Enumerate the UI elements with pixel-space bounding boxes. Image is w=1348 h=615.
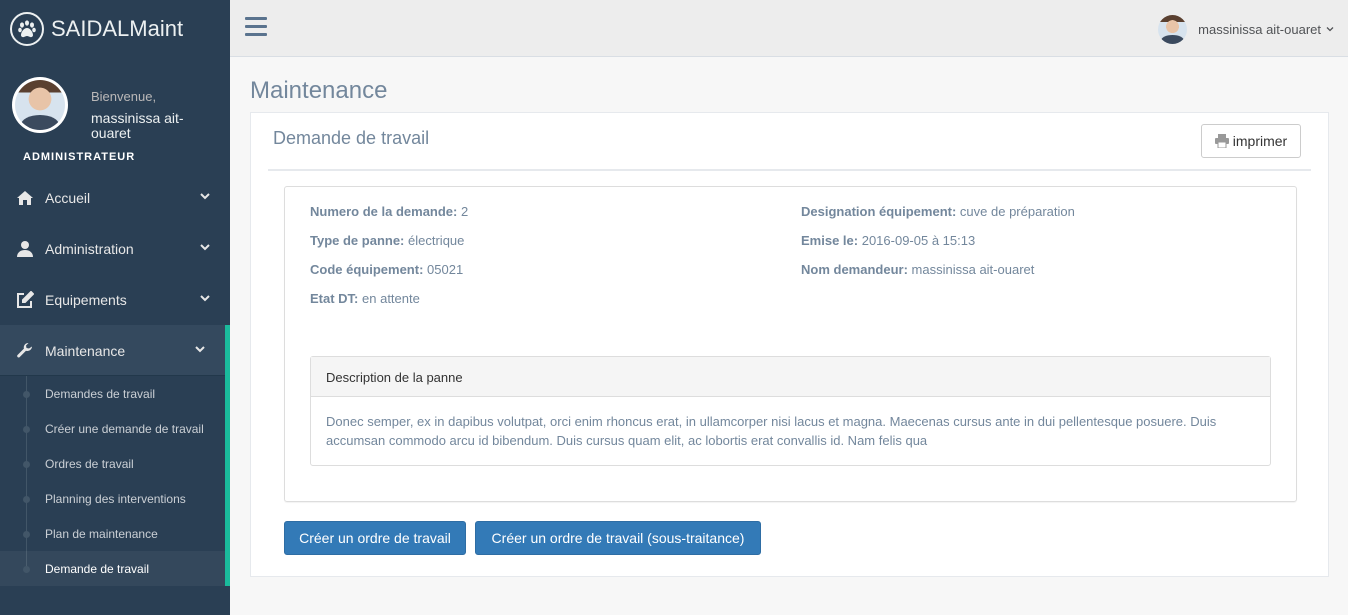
field-designation: Designation équipement: cuve de préparat… — [801, 204, 1075, 219]
chevron-down-icon — [195, 346, 205, 353]
field-value: 2 — [461, 204, 469, 219]
submenu-item-ordres[interactable]: Ordres de travail — [0, 446, 225, 481]
avatar — [1158, 14, 1188, 44]
home-icon — [15, 189, 35, 207]
chevron-down-icon — [1326, 27, 1334, 32]
field-type: Type de panne: électrique — [310, 233, 464, 248]
field-code: Code équipement: 05021 — [310, 262, 463, 277]
submenu-item-demandes[interactable]: Demandes de travail — [0, 376, 225, 411]
create-order-subcontract-button[interactable]: Créer un ordre de travail (sous-traitanc… — [475, 521, 761, 555]
user-name: massinissa ait-ouaret — [1198, 21, 1321, 37]
field-value: en attente — [362, 291, 420, 306]
profile — [0, 57, 230, 157]
description-title: Description de la panne — [311, 357, 1270, 397]
main-content: Maintenance Demande de travail imprimer … — [230, 58, 1348, 615]
create-order-button[interactable]: Créer un ordre de travail — [284, 521, 466, 555]
sidebar-item-maintenance[interactable]: Maintenance — [0, 325, 230, 376]
role-label: ADMINISTRATEUR — [23, 151, 136, 163]
print-label: imprimer — [1232, 133, 1288, 149]
field-label: Emise le: — [801, 233, 859, 248]
divider — [268, 169, 1311, 171]
field-etat: Etat DT: en attente — [310, 291, 420, 306]
sidebar-item-label: Equipements — [45, 291, 127, 308]
field-label: Designation équipement: — [801, 204, 957, 219]
field-label: Type de panne: — [310, 233, 405, 248]
description-text: Donec semper, ex in dapibus volutpat, or… — [326, 414, 1217, 448]
edit-icon — [15, 290, 35, 309]
avatar — [12, 77, 68, 133]
submenu-item-planning[interactable]: Planning des interventions — [0, 481, 225, 516]
field-numero: Numero de la demande: 2 — [310, 204, 468, 219]
field-value: 05021 — [427, 262, 464, 277]
field-label: Numero de la demande: — [310, 204, 458, 219]
page-title: Maintenance — [250, 77, 388, 104]
field-value: massinissa ait-ouaret — [911, 262, 1035, 277]
print-icon — [1214, 134, 1229, 148]
submenu-item-creer-demande[interactable]: Créer une demande de travail — [0, 411, 225, 446]
field-value: électrique — [408, 233, 465, 248]
user-dropdown[interactable]: massinissa ait-ouaret — [1158, 14, 1334, 44]
panel-title: Demande de travail — [273, 128, 430, 148]
field-emise: Emise le: 2016-09-05 à 15:13 — [801, 233, 975, 248]
menu-toggle-icon[interactable] — [245, 17, 267, 37]
paw-icon — [10, 11, 44, 46]
demande-panel: Demande de travail imprimer Numero de la… — [250, 112, 1329, 577]
field-label: Code équipement: — [310, 262, 424, 277]
wrench-icon — [15, 342, 35, 360]
field-value: 2016-09-05 à 15:13 — [861, 233, 976, 248]
welcome-text: Bienvenue, — [91, 89, 157, 104]
profile-name: massinissa ait-ouaret — [91, 110, 184, 141]
top-navbar: massinissa ait-ouaret — [230, 0, 1348, 57]
chevron-down-icon — [200, 295, 210, 302]
info-box: Numero de la demande: 2 Type de panne: é… — [284, 186, 1297, 502]
field-demandeur: Nom demandeur: massinissa ait-ouaret — [801, 262, 1034, 277]
sidebar-item-label: Accueil — [45, 189, 91, 206]
side-menu: Accueil Administration Equipements Maint… — [0, 172, 230, 586]
brand-name: SAIDALMaint — [51, 15, 184, 41]
sidebar-item-administration[interactable]: Administration — [0, 223, 230, 274]
chevron-down-icon — [200, 244, 210, 251]
chevron-down-icon — [200, 193, 210, 200]
user-icon — [15, 240, 35, 258]
sidebar: SAIDALMaint Bienvenue, massinissa ait-ou… — [0, 0, 230, 615]
sidebar-item-equipements[interactable]: Equipements — [0, 274, 230, 325]
maintenance-submenu: Demandes de travail Créer une demande de… — [0, 376, 230, 586]
field-value: cuve de préparation — [959, 204, 1075, 219]
sidebar-item-label: Maintenance — [45, 342, 126, 359]
brand[interactable]: SAIDALMaint — [0, 0, 230, 57]
field-label: Etat DT: — [310, 291, 359, 306]
field-label: Nom demandeur: — [801, 262, 908, 277]
description-panel: Description de la panne Donec semper, ex… — [310, 356, 1271, 466]
sidebar-item-label: Administration — [45, 240, 134, 257]
sidebar-item-accueil[interactable]: Accueil — [0, 172, 230, 223]
print-button[interactable]: imprimer — [1201, 124, 1301, 158]
submenu-item-demande-travail[interactable]: Demande de travail — [0, 551, 225, 586]
submenu-item-plan[interactable]: Plan de maintenance — [0, 516, 225, 551]
